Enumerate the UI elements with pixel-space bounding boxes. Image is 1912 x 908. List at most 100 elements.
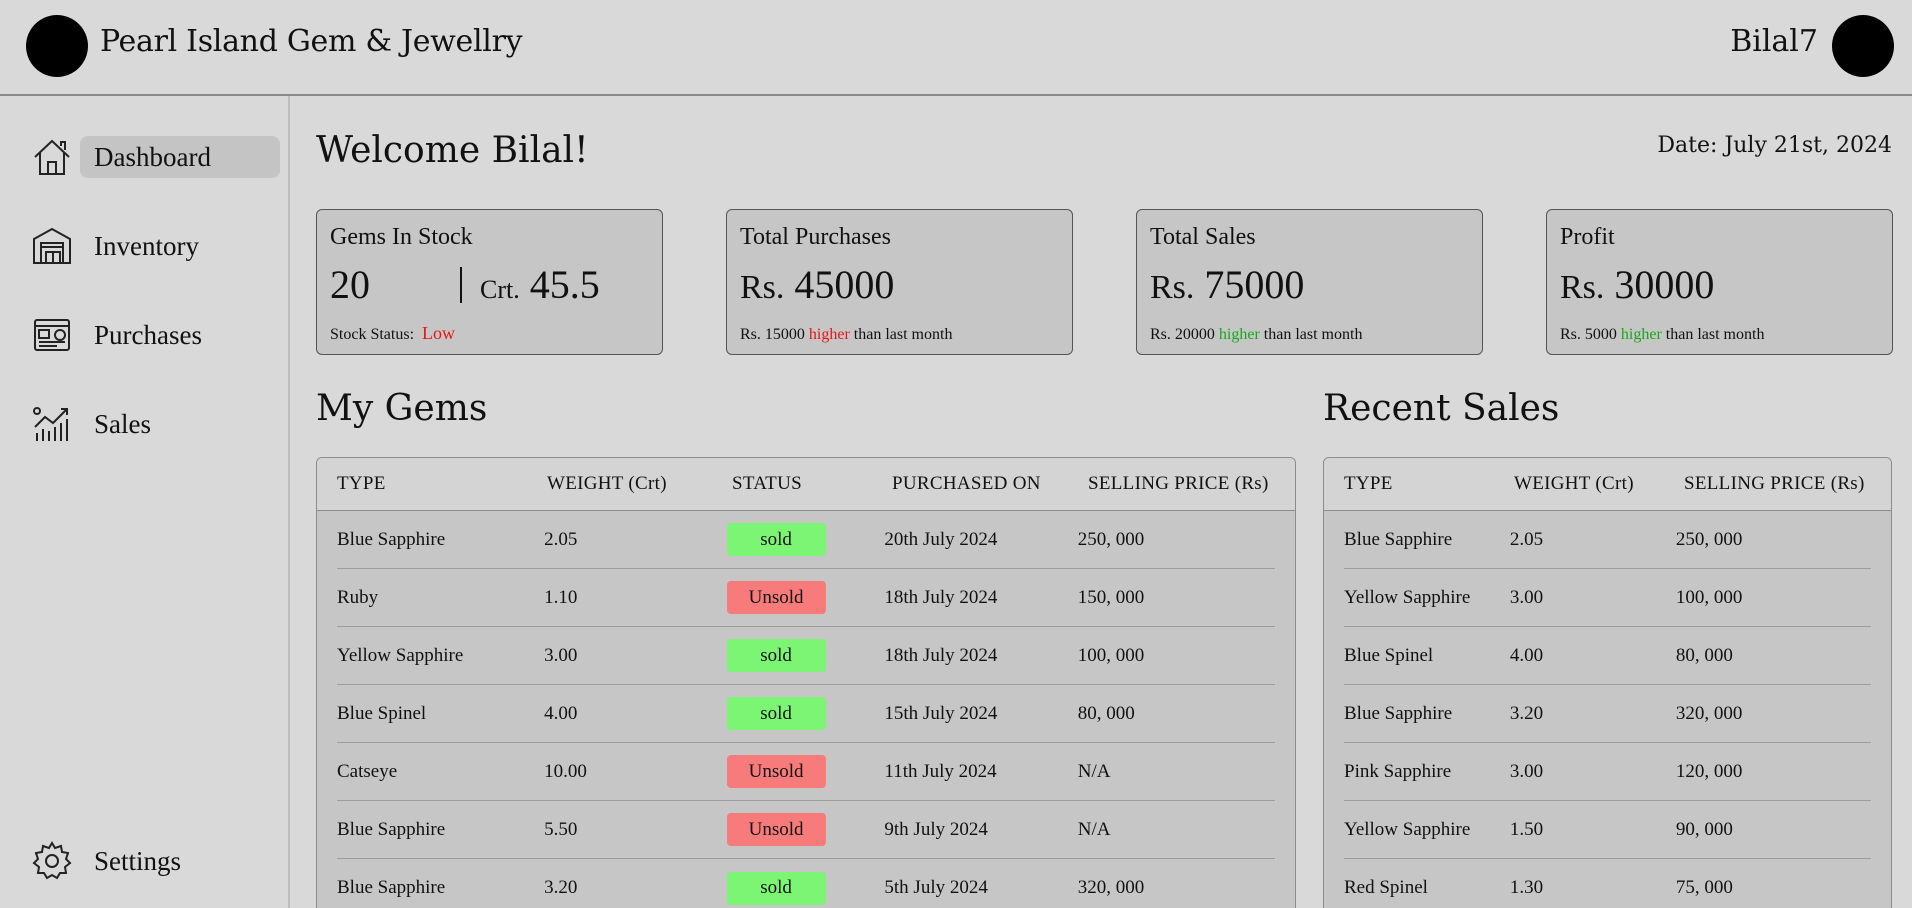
table-cell: Blue Spinel [337,702,427,724]
card-title: Total Purchases [740,224,891,250]
table-row[interactable]: Yellow Sapphire 3.00 100, 000 [1344,569,1871,627]
table-cell: 1.30 [1509,877,1544,898]
table-cell: 4.00 [544,702,578,724]
crt-label: Crt. [480,275,520,304]
table-cell: 3.00 [544,644,578,666]
table-cell: N/A [1077,818,1111,840]
table-cell: 3.00 [1509,586,1544,608]
card-title: Gems In Stock [330,224,473,250]
avatar[interactable] [1832,15,1894,77]
status-cell: sold [726,639,885,672]
chart-growth-icon [30,402,74,446]
sidebar-item-label: Settings [94,845,182,876]
column-header[interactable]: PURCHASED ON [892,473,1088,495]
table-row[interactable]: Catseye 10.00 Unsold 11th July 2024 N/A [337,743,1275,801]
change-direction: higher [808,326,850,343]
stock-status-label: Stock Status: [330,326,415,343]
currency-label: Rs. [1560,269,1605,306]
table-row[interactable]: Blue Sapphire 2.05 250, 000 [1344,511,1871,569]
table-cell: Yellow Sapphire [1344,586,1471,608]
divider [460,266,462,303]
column-header[interactable]: SELLING PRICE (Rs) [1684,473,1884,495]
table-row[interactable]: Yellow Sapphire 1.50 90, 000 [1344,801,1871,859]
table-cell: 150, 000 [1077,586,1145,608]
user-name[interactable]: Bilal7 [1730,24,1818,59]
table-cell: 10.00 [544,760,587,782]
table-cell: 18th July 2024 [884,586,998,608]
table-cell: 11th July 2024 [884,760,997,782]
table-cell: 100, 000 [1077,644,1145,666]
table-cell: Blue Sapphire [337,877,446,898]
currency-label: Rs. [740,269,785,306]
table-cell: 3.20 [544,877,578,898]
table-row[interactable]: Blue Sapphire 5.50 Unsold 9th July 2024 N/A [337,801,1275,859]
table-row[interactable]: Ruby 1.10 Unsold 18th July 2024 150, 000 [337,569,1275,627]
sidebar-item-purchases[interactable]: Purchases [30,314,280,356]
table-cell: Blue Sapphire [1344,528,1453,550]
card-total-sales: Total Sales Rs. 75000 Rs. 20000 higher t… [1136,209,1483,355]
status-badge: Unsold [726,581,826,614]
table-cell: Yellow Sapphire [337,644,464,666]
column-header[interactable]: WEIGHT (Crt) [1514,473,1684,495]
card-gems-in-stock: Gems In Stock 20 Crt. 45.5 Stock Status:… [316,209,663,355]
brand-logo[interactable] [26,15,88,77]
table-cell: 75, 000 [1675,877,1733,898]
status-badge: sold [726,871,826,905]
sidebar-item-inventory[interactable]: Inventory [30,225,280,267]
status-cell: Unsold [726,813,885,846]
status-badge: Unsold [726,813,826,846]
status-cell: Unsold [726,755,885,788]
page-title: Welcome Bilal! [316,130,589,171]
table-cell: 80, 000 [1077,702,1135,724]
table-header: TYPE WEIGHT (Crt) STATUS PURCHASED ON SE… [317,458,1295,511]
table-row[interactable]: Yellow Sapphire 3.00 sold 18th July 2024 100… [337,627,1275,685]
card-total-purchases: Total Purchases Rs. 45000 Rs. 15000 high… [726,209,1073,355]
table-row[interactable]: Blue Sapphire 2.05 sold 20th July 2024 250, … [337,511,1275,569]
column-header[interactable]: STATUS [732,473,892,495]
table-row[interactable]: Blue Sapphire 3.20 sold 5th July 2024 320, 0… [337,859,1275,908]
stock-status-value: Low [422,323,456,343]
table-row[interactable]: Pink Sapphire 3.00 120, 000 [1344,743,1871,801]
column-header[interactable]: SELLING PRICE (Rs) [1088,473,1288,495]
table-row[interactable]: Blue Spinel 4.00 sold 15th July 2024 80, 000 [337,685,1275,743]
change-direction: higher [1620,326,1662,343]
table-row[interactable]: Blue Sapphire 3.20 320, 000 [1344,685,1871,743]
brand-name: Pearl Island Gem & Jewellry [100,24,523,59]
change-text: than last month [1263,326,1363,343]
table-cell: Yellow Sapphire [1344,818,1471,840]
sidebar-item-settings[interactable]: Settings [30,840,280,882]
table-row[interactable]: Blue Spinel 4.00 80, 000 [1344,627,1871,685]
table-cell: Catseye [337,760,398,782]
table-cell: Ruby [337,586,379,608]
status-cell: sold [726,871,885,905]
table-cell: 320, 000 [1675,702,1743,724]
change-amount: Rs. 5000 [1560,326,1617,343]
column-header[interactable]: WEIGHT (Crt) [547,473,732,495]
current-date: Date: July 21st, 2024 [1657,133,1892,158]
status-badge: sold [726,639,826,672]
table-cell: 90, 000 [1675,818,1733,840]
column-header[interactable]: TYPE [1344,473,1514,495]
stock-count: 20 [330,262,370,307]
table-cell: 1.50 [1509,818,1544,840]
card-value: 45000 [794,262,895,307]
table-cell: 5th July 2024 [884,877,988,898]
status-badge: sold [726,697,826,730]
change-amount: Rs. 20000 [1150,326,1215,343]
table-cell: 120, 000 [1675,760,1743,782]
my-gems-table: TYPE WEIGHT (Crt) STATUS PURCHASED ON SE… [316,457,1296,908]
sidebar-item-label: Dashboard [80,136,280,178]
sidebar-item-label: Purchases [94,319,202,350]
sidebar-item-dashboard[interactable]: Dashboard [30,136,280,178]
table-header: TYPE WEIGHT (Crt) SELLING PRICE (Rs) [1324,458,1891,511]
table-cell: 18th July 2024 [884,644,998,666]
table-cell: 1.10 [544,586,578,608]
top-header: Pearl Island Gem & Jewellry Bilal7 [0,0,1912,96]
recent-sales-table: TYPE WEIGHT (Crt) SELLING PRICE (Rs) Blu… [1323,457,1892,908]
column-header[interactable]: TYPE [337,473,547,495]
table-cell: Blue Spinel [1344,644,1434,666]
status-cell: Unsold [726,581,885,614]
table-row[interactable]: Red Spinel 1.30 75, 000 [1344,859,1871,908]
sidebar-item-sales[interactable]: Sales [30,403,280,445]
home-icon [30,135,74,179]
